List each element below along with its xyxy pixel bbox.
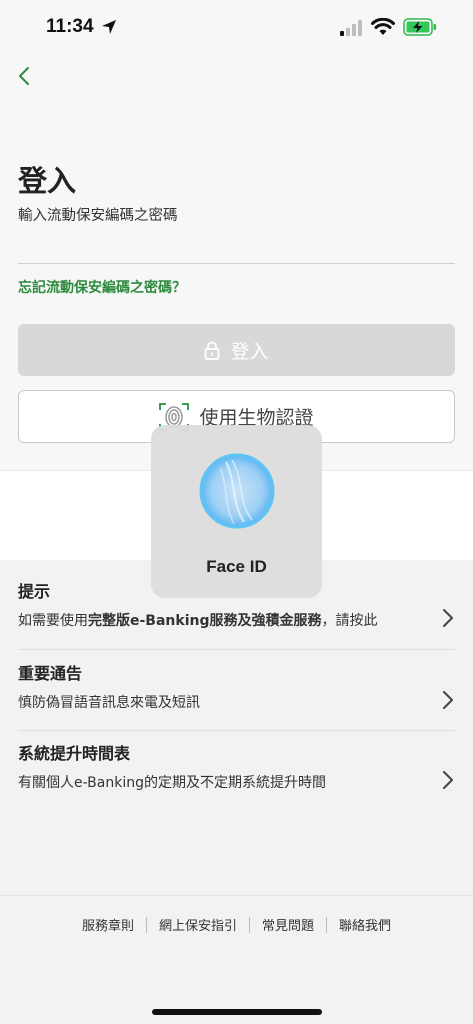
lock-icon	[204, 341, 220, 360]
forgot-password-link[interactable]: 忘記流動保安編碼之密碼？	[18, 277, 186, 297]
info-item-system-upgrade[interactable]: 系統提升時間表 有關個人e-Banking的定期及不定期系統提升時間	[18, 740, 455, 820]
face-id-label: Face ID	[206, 557, 267, 576]
location-arrow-icon	[102, 20, 116, 34]
login-button-label: 登入	[230, 340, 269, 363]
footer-link-terms[interactable]: 服務章則	[82, 915, 134, 934]
footer-link-faq[interactable]: 常見問題	[262, 915, 314, 934]
footer-separator	[145, 916, 147, 933]
status-bar: 11:34	[0, 0, 473, 56]
back-button[interactable]	[10, 62, 38, 90]
chevron-right-icon	[443, 691, 453, 709]
cellular-signal-icon	[340, 20, 362, 36]
page-title: 登入	[18, 164, 77, 198]
login-button[interactable]: 登入	[18, 324, 455, 376]
info-item-important-notice[interactable]: 重要通告 慎防偽冒語音訊息來電及短訊	[18, 660, 455, 740]
footer-separator	[326, 916, 328, 933]
face-id-scan-icon	[199, 453, 275, 529]
info-item-desc: 如需要使用完整版e-Banking服務及強積金服務，請按此	[18, 613, 378, 629]
footer-link-security-guide[interactable]: 網上保安指引	[159, 915, 237, 934]
info-item-title: 提示	[18, 582, 51, 601]
info-item-title: 系統提升時間表	[18, 744, 131, 763]
password-field[interactable]	[18, 222, 455, 264]
info-section: 提示 如需要使用完整版e-Banking服務及強積金服務，請按此 重要通告 慎防…	[0, 560, 473, 895]
home-indicator[interactable]	[152, 1009, 322, 1015]
face-id-dialog: Face ID	[151, 425, 322, 598]
chevron-right-icon	[443, 771, 453, 789]
wifi-icon	[371, 18, 395, 35]
footer-links: 服務章則 網上保安指引 常見問題 聯絡我們	[0, 915, 473, 934]
divider	[18, 649, 455, 650]
info-item-desc: 有關個人e-Banking的定期及不定期系統提升時間	[18, 775, 326, 791]
footer-link-contact[interactable]: 聯絡我們	[339, 915, 391, 934]
footer-separator	[249, 916, 250, 933]
login-panel: 11:34 登入 輸入流動保安編碼之密碼 忘記流動保安編碼之密碼？ 登入 使用生…	[0, 0, 473, 470]
status-time: 11:34	[46, 16, 94, 37]
divider	[18, 730, 455, 731]
battery-charging-icon	[403, 18, 436, 36]
chevron-right-icon	[443, 609, 453, 627]
info-item-desc: 慎防偽冒語音訊息來電及短訊	[18, 695, 200, 711]
footer: 服務章則 網上保安指引 常見問題 聯絡我們	[0, 895, 473, 1024]
info-item-title: 重要通告	[18, 664, 83, 683]
chevron-left-icon	[19, 67, 29, 85]
